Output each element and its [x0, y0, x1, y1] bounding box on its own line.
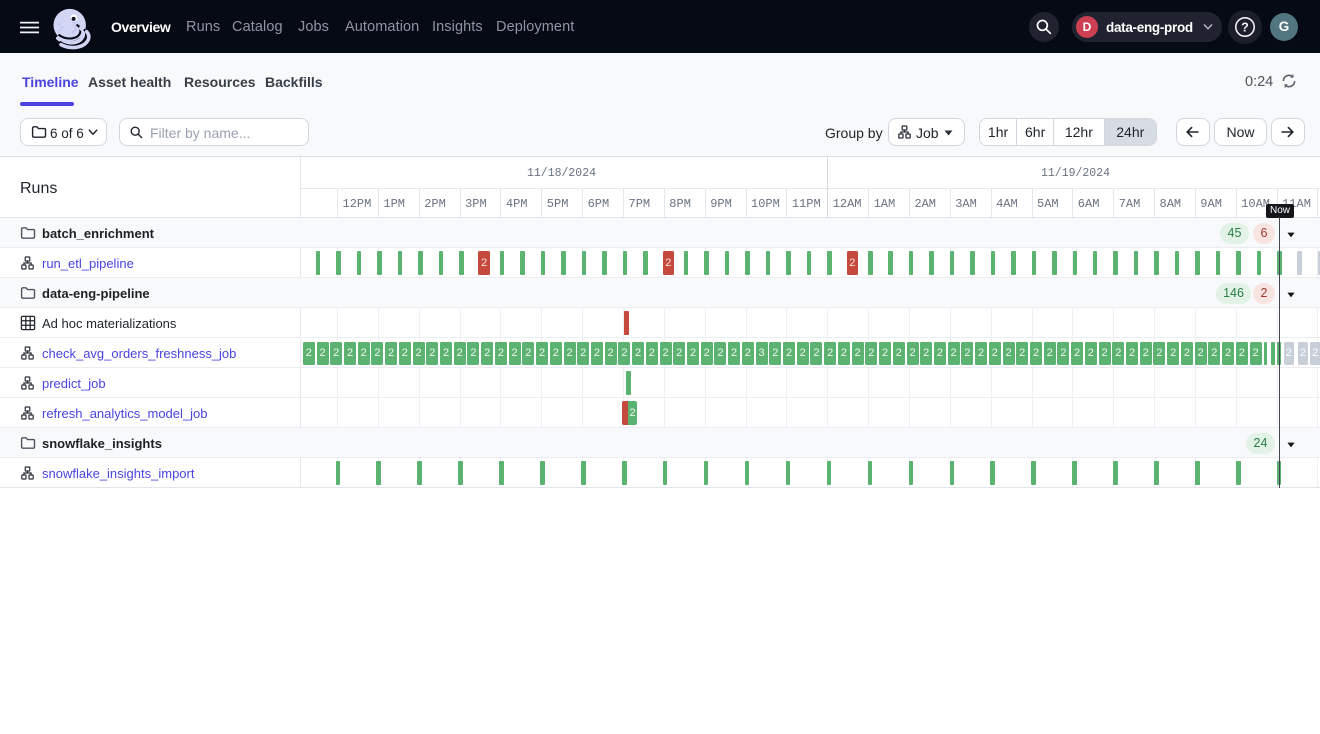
- svg-text:?: ?: [1241, 20, 1249, 34]
